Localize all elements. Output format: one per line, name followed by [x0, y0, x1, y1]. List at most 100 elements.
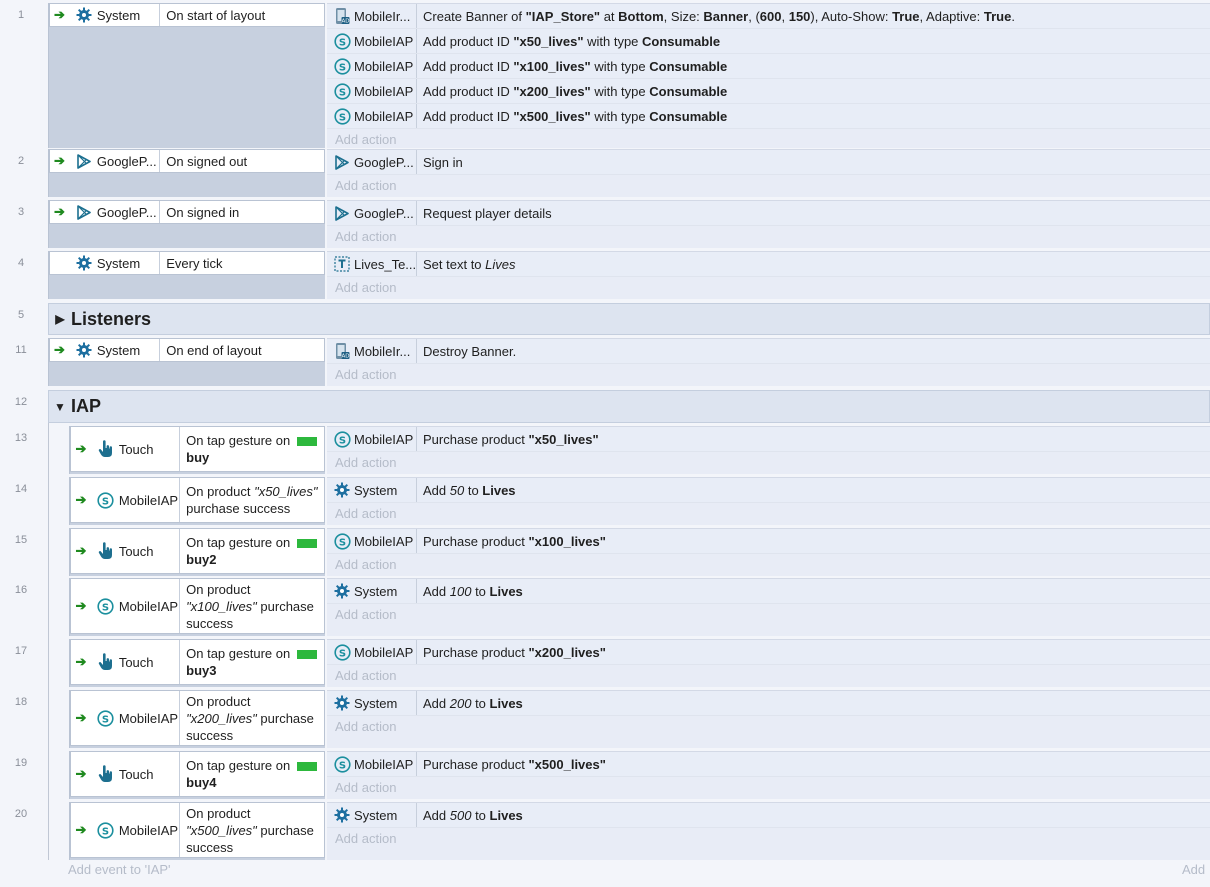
add-action-link[interactable]: Add action — [327, 665, 1210, 687]
action-row[interactable]: AD MobileIr... Create Banner of "IAP_Store… — [327, 4, 1210, 29]
action-object[interactable]: S MobileIAP — [327, 752, 417, 776]
action-object[interactable]: AD MobileIr... — [327, 339, 417, 363]
add-action-link[interactable]: Add action — [327, 226, 1210, 248]
condition-object[interactable]: S MobileIAP — [91, 691, 181, 745]
action-object[interactable]: GoogleP... — [327, 201, 417, 225]
condition-row[interactable]: ➔ System On end of layout — [49, 338, 325, 362]
condition-text[interactable]: On tap gesture on buy3 — [180, 645, 324, 679]
condition-row[interactable]: ➔ Touch On tap gesture on buy — [70, 426, 325, 472]
action-text[interactable]: Add product ID "x500_lives" with type Co… — [417, 109, 727, 124]
condition-text[interactable]: On product "x50_lives" purchase success — [180, 483, 324, 517]
condition-row[interactable]: ➔ GoogleP... On signed in — [49, 200, 325, 224]
action-row[interactable]: GoogleP... Request player details — [327, 201, 1210, 226]
add-action-link[interactable]: Add action — [327, 828, 1210, 850]
condition-text[interactable]: On end of layout — [160, 342, 324, 359]
condition-object[interactable]: S MobileIAP — [91, 579, 181, 633]
group-header-listeners[interactable]: ▶ Listeners — [48, 303, 1210, 335]
condition-row[interactable]: ➔ S MobileIAP On product "x500_lives" purcha… — [70, 802, 325, 858]
action-row[interactable]: AD MobileIr... Destroy Banner. — [327, 339, 1210, 364]
add-action-link[interactable]: Add action — [327, 129, 1210, 151]
condition-text[interactable]: On product "x500_lives" purchase success — [180, 805, 324, 856]
condition-object[interactable]: S MobileIAP — [91, 478, 181, 522]
action-text[interactable]: Create Banner of "IAP_Store" at Bottom, … — [417, 9, 1015, 24]
action-row[interactable]: S MobileIAP Add product ID "x50_lives" wit… — [327, 29, 1210, 54]
action-row[interactable]: S MobileIAP Purchase product "x100_lives" — [327, 529, 1210, 554]
condition-row[interactable]: ➔ GoogleP... On signed out — [49, 149, 325, 173]
action-row[interactable]: System Add 50 to Lives — [327, 478, 1210, 503]
add-action-link[interactable]: Add action — [327, 452, 1210, 474]
action-text[interactable]: Purchase product "x200_lives" — [417, 645, 606, 660]
group-header-iap[interactable]: ▼ IAP — [48, 390, 1210, 423]
add-link[interactable]: Add — [1182, 862, 1205, 877]
action-row[interactable]: Lives_Te... Set text to Lives — [327, 252, 1210, 277]
action-row[interactable]: S MobileIAP Add product ID "x500_lives" wi… — [327, 104, 1210, 129]
action-object[interactable]: S MobileIAP — [327, 29, 417, 53]
add-action-link[interactable]: Add action — [327, 277, 1210, 299]
action-text[interactable]: Purchase product "x500_lives" — [417, 757, 606, 772]
condition-object[interactable]: Touch — [91, 529, 181, 573]
add-event-link[interactable]: Add event to 'IAP' — [68, 862, 171, 877]
action-row[interactable]: System Add 200 to Lives — [327, 691, 1210, 716]
action-object[interactable]: GoogleP... — [327, 150, 417, 174]
action-row[interactable]: System Add 500 to Lives — [327, 803, 1210, 828]
condition-row[interactable]: ➔ Touch On tap gesture on buy2 — [70, 528, 325, 574]
action-text[interactable]: Request player details — [417, 206, 552, 221]
action-text[interactable]: Add 50 to Lives — [417, 483, 516, 498]
expand-triangle-icon[interactable]: ▶ — [49, 312, 71, 326]
condition-text[interactable]: Every tick — [160, 255, 324, 272]
condition-row[interactable]: ➔ System On start of layout — [49, 3, 325, 27]
condition-text[interactable]: On product "x200_lives" purchase success — [180, 693, 324, 744]
condition-text[interactable]: On signed out — [160, 153, 324, 170]
action-row[interactable]: S MobileIAP Add product ID "x200_lives" wi… — [327, 79, 1210, 104]
action-row[interactable]: S MobileIAP Purchase product "x200_lives" — [327, 640, 1210, 665]
action-object[interactable]: System — [327, 478, 417, 502]
add-action-link[interactable]: Add action — [327, 604, 1210, 626]
condition-object[interactable]: S MobileIAP — [91, 803, 181, 857]
action-object[interactable]: S MobileIAP — [327, 79, 417, 103]
action-row[interactable]: System Add 100 to Lives — [327, 579, 1210, 604]
add-action-link[interactable]: Add action — [327, 175, 1210, 197]
action-text[interactable]: Add 500 to Lives — [417, 808, 523, 823]
condition-object[interactable]: GoogleP... — [69, 201, 161, 223]
action-text[interactable]: Set text to Lives — [417, 257, 516, 272]
condition-text[interactable]: On start of layout — [160, 7, 324, 24]
condition-text[interactable]: On tap gesture on buy2 — [180, 534, 324, 568]
action-row[interactable]: GoogleP... Sign in — [327, 150, 1210, 175]
action-row[interactable]: S MobileIAP Purchase product "x500_lives" — [327, 752, 1210, 777]
condition-text[interactable]: On tap gesture on buy — [180, 432, 324, 466]
action-text[interactable]: Add product ID "x50_lives" with type Con… — [417, 34, 720, 49]
action-object[interactable]: System — [327, 803, 417, 827]
add-action-link[interactable]: Add action — [327, 554, 1210, 576]
action-object[interactable]: System — [327, 579, 417, 603]
action-object[interactable]: Lives_Te... — [327, 252, 417, 276]
collapse-triangle-icon[interactable]: ▼ — [49, 400, 71, 414]
action-text[interactable]: Sign in — [417, 155, 463, 170]
action-object[interactable]: S MobileIAP — [327, 427, 417, 451]
condition-row[interactable]: ➔ Touch On tap gesture on buy3 — [70, 639, 325, 685]
action-text[interactable]: Purchase product "x100_lives" — [417, 534, 606, 549]
condition-object[interactable]: Touch — [91, 752, 181, 796]
add-action-link[interactable]: Add action — [327, 716, 1210, 738]
condition-row[interactable]: ➔ S MobileIAP On product "x200_lives" purcha… — [70, 690, 325, 746]
action-object[interactable]: S MobileIAP — [327, 104, 417, 128]
condition-object[interactable]: Touch — [91, 640, 181, 684]
condition-object[interactable]: Touch — [91, 427, 181, 471]
add-action-link[interactable]: Add action — [327, 364, 1210, 386]
action-text[interactable]: Add 100 to Lives — [417, 584, 523, 599]
condition-text[interactable]: On tap gesture on buy4 — [180, 757, 324, 791]
condition-object[interactable]: GoogleP... — [69, 150, 161, 172]
action-text[interactable]: Purchase product "x50_lives" — [417, 432, 599, 447]
action-text[interactable]: Add 200 to Lives — [417, 696, 523, 711]
add-action-link[interactable]: Add action — [327, 503, 1210, 525]
condition-object[interactable]: System — [69, 252, 161, 274]
condition-text[interactable]: On product "x100_lives" purchase success — [180, 581, 324, 632]
action-text[interactable]: Add product ID "x100_lives" with type Co… — [417, 59, 727, 74]
action-object[interactable]: S MobileIAP — [327, 54, 417, 78]
condition-row[interactable]: ➔ Touch On tap gesture on buy4 — [70, 751, 325, 797]
action-text[interactable]: Destroy Banner. — [417, 344, 516, 359]
action-object[interactable]: AD MobileIr... — [327, 4, 417, 28]
add-action-link[interactable]: Add action — [327, 777, 1210, 799]
action-row[interactable]: S MobileIAP Purchase product "x50_lives" — [327, 427, 1210, 452]
action-text[interactable]: Add product ID "x200_lives" with type Co… — [417, 84, 727, 99]
condition-row[interactable]: ➔ S MobileIAP On product "x50_lives" purchas… — [70, 477, 325, 523]
